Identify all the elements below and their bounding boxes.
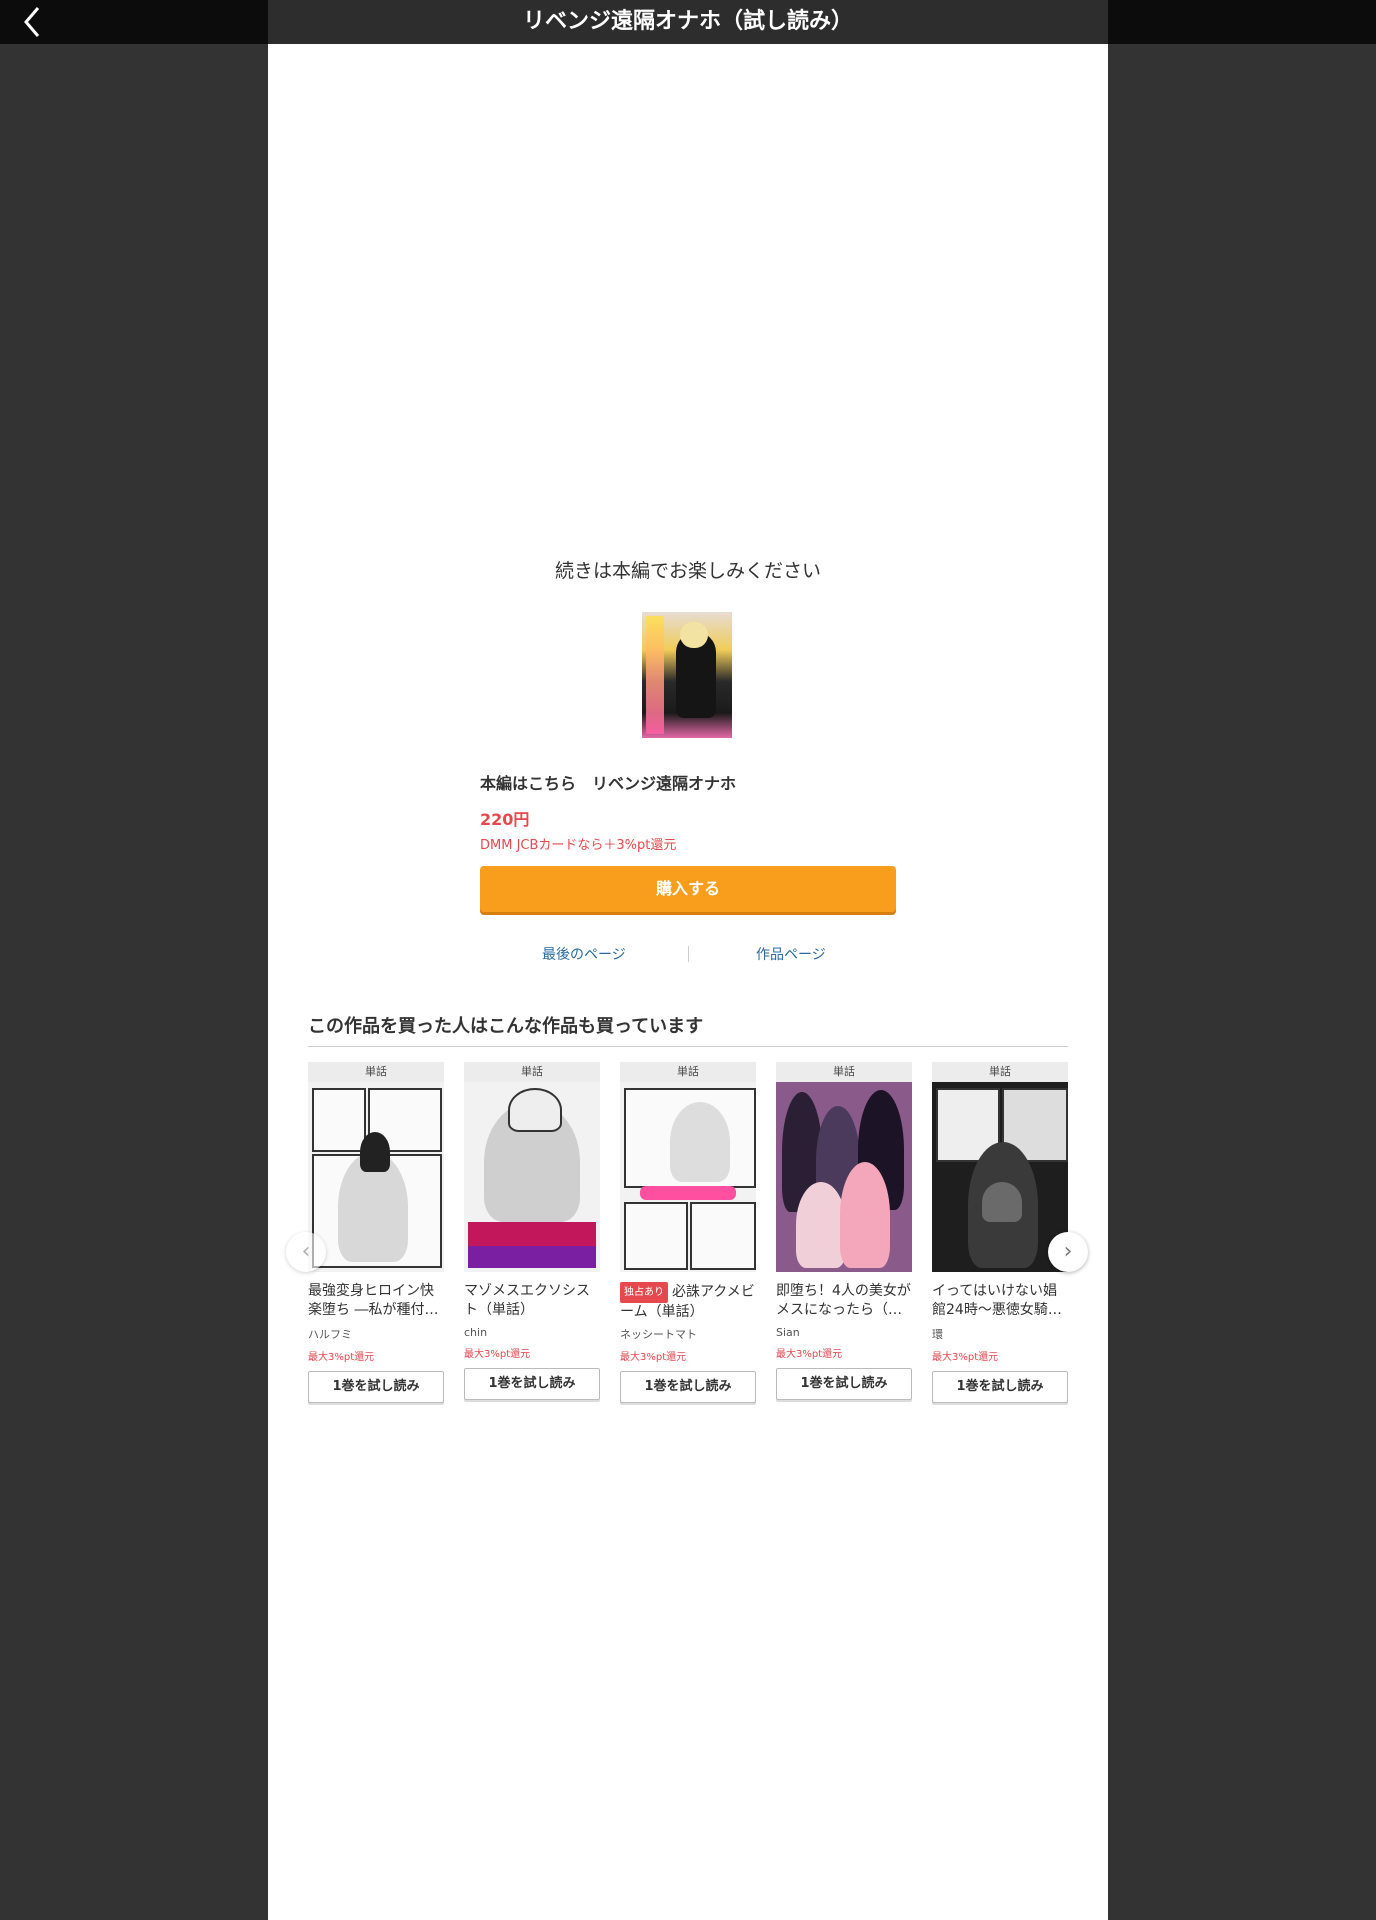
exclusive-badge: 独占あり [620,1282,668,1303]
card-title[interactable]: 即堕ち！4人の美女がメスになったら（… [776,1282,912,1320]
chevron-right-icon: › [1063,1239,1073,1264]
card-points: 最大3%pt還元 [776,1349,843,1360]
top-bar: リベンジ遠隔オナホ（試し読み） [0,0,1376,44]
card-author[interactable]: ネッシートマト [620,1326,756,1342]
cover-hair [680,622,708,648]
trial-read-button[interactable]: 1巻を試し読み [464,1368,600,1400]
trial-read-button[interactable]: 1巻を試し読み [308,1371,444,1403]
trial-read-button[interactable]: 1巻を試し読み [932,1371,1068,1403]
card-title[interactable]: マゾメスエクソシスト（単話） [464,1282,600,1320]
recommendations-heading: この作品を買った人はこんな作品も買っています [308,1016,704,1037]
card-title[interactable]: イってはいけない娼館24時～悪徳女騎… [932,1282,1068,1320]
card-author[interactable]: Sian [776,1326,912,1339]
card-title[interactable]: 独占あり 必誅アクメビーム（単話） [620,1282,756,1320]
card-title[interactable]: 最強変身ヒロイン快楽堕ち ―私が種付… [308,1282,444,1320]
chevron-left-icon [24,7,40,37]
recommendation-card[interactable]: 単話 独占あり 必誅アクメビーム（単話） ネッシートマト 最大3%pt還元 1巻を… [620,1062,756,1403]
recommendation-card[interactable]: 単話 即堕ち！4人の美女がメスになったら（… Sian 最大3%pt還元 1巻を… [776,1062,912,1400]
format-tag: 単話 [776,1062,912,1082]
trial-read-button[interactable]: 1巻を試し読み [620,1371,756,1403]
back-button[interactable] [14,4,50,40]
buy-button[interactable]: 購入する [480,866,896,912]
thumbnail[interactable] [308,1082,444,1272]
carousel-next-button[interactable]: › [1048,1232,1088,1272]
book-cover[interactable] [642,612,732,738]
work-page-link[interactable]: 作品ページ [756,944,826,964]
link-divider [688,946,689,962]
card-points: 最大3%pt還元 [932,1352,999,1363]
recommendation-card[interactable]: 単話 イってはいけない娼館24時～悪徳女騎… 環 最大3%pt還元 1巻を試し読… [932,1062,1068,1403]
carousel-prev-button[interactable]: ‹ [286,1232,326,1272]
thumbnail[interactable] [776,1082,912,1272]
continue-message: 続きは本編でお楽しみください [554,560,821,582]
card-author[interactable]: 環 [932,1326,1068,1342]
format-tag: 単話 [932,1062,1068,1082]
card-points: 最大3%pt還元 [464,1349,531,1360]
recommendation-card[interactable]: 単話 最強変身ヒロイン快楽堕ち ―私が種付… ハルフミ 最大3%pt還元 1巻を… [308,1062,444,1403]
reader-page: 続きは本編でお楽しみください 本編はこちら リベンジ遠隔オナホ 220円 DMM… [268,44,1108,1920]
thumbnail[interactable] [620,1082,756,1272]
card-author[interactable]: ハルフミ [308,1326,444,1342]
chevron-left-icon: ‹ [301,1239,311,1264]
cover-title-band [646,616,664,734]
thumbnail[interactable] [932,1082,1068,1272]
page-title: リベンジ遠隔オナホ（試し読み） [268,0,1108,44]
recommendations-divider [308,1046,1068,1047]
card-author[interactable]: chin [464,1326,600,1339]
last-page-link[interactable]: 最後のページ [542,944,626,964]
card-points: 最大3%pt還元 [308,1352,375,1363]
format-tag: 単話 [620,1062,756,1082]
format-tag: 単話 [308,1062,444,1082]
price-label: 220円 [480,810,530,829]
recommendation-card[interactable]: 単話 マゾメスエクソシスト（単話） chin 最大3%pt還元 1巻を試し読み [464,1062,600,1400]
thumbnail[interactable] [464,1082,600,1272]
trial-read-button[interactable]: 1巻を試し読み [776,1368,912,1400]
card-points: 最大3%pt還元 [620,1352,687,1363]
main-work-link[interactable]: 本編はこちら リベンジ遠隔オナホ [480,770,736,794]
point-note: DMM JCBカードなら＋3%pt還元 [480,838,677,853]
format-tag: 単話 [464,1062,600,1082]
